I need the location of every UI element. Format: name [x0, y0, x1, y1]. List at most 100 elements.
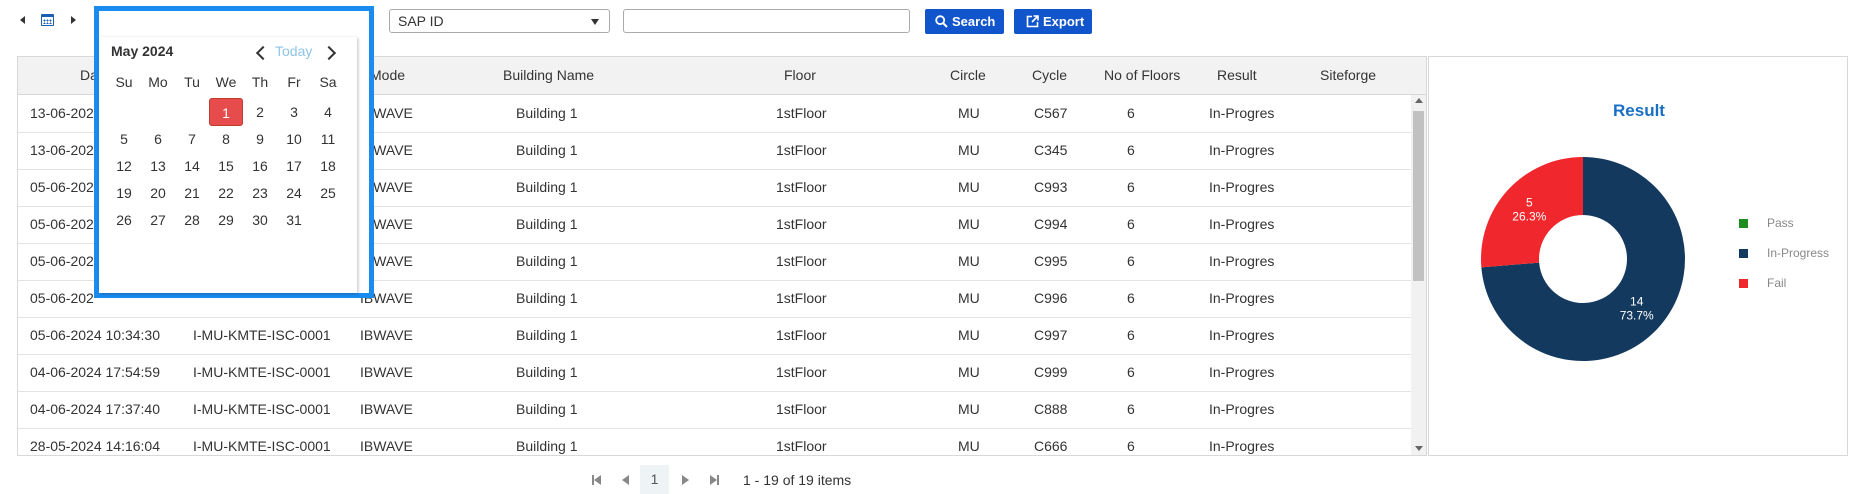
- calendar-day[interactable]: 13: [141, 152, 175, 180]
- calendar-day[interactable]: 5: [107, 125, 141, 153]
- cell-floors: 6: [1127, 253, 1135, 269]
- first-page-bar: [592, 475, 594, 485]
- current-page[interactable]: 1: [640, 465, 669, 494]
- legend-label[interactable]: Fail: [1767, 276, 1786, 290]
- calendar-weekday: We: [215, 74, 237, 90]
- column-header-building[interactable]: Building Name: [503, 67, 594, 83]
- calendar-weekday: Sa: [319, 74, 337, 90]
- prev-page-icon[interactable]: [622, 475, 629, 485]
- calendar-icon[interactable]: [41, 14, 54, 26]
- calendar-day[interactable]: 11: [311, 125, 345, 153]
- prev-range-icon[interactable]: [20, 16, 25, 24]
- cell-cycle: C996: [1034, 290, 1068, 306]
- calendar-day[interactable]: 23: [243, 179, 277, 207]
- calendar-day[interactable]: 2: [243, 98, 277, 126]
- table-row[interactable]: 28-05-2024 14:16:04 I-MU-KMTE-ISC-0001 IBW…: [18, 428, 1411, 455]
- column-header-floors[interactable]: No of Floors: [1104, 67, 1180, 83]
- cell-floor: 1stFloor: [776, 105, 827, 121]
- calendar-day[interactable]: 24: [277, 179, 311, 207]
- scroll-up-arrow[interactable]: [1415, 98, 1423, 103]
- scrollbar-thumb[interactable]: [1413, 111, 1424, 281]
- search-button[interactable]: Search: [925, 9, 1004, 34]
- next-range-icon[interactable]: [71, 16, 76, 24]
- calendar-weekday: Fr: [287, 74, 301, 90]
- cell-cycle: C993: [1034, 179, 1068, 195]
- cell-result: In-Progres: [1209, 364, 1275, 380]
- cell-building: Building 1: [516, 179, 578, 195]
- calendar-today-link[interactable]: Today: [275, 43, 312, 59]
- calendar-day[interactable]: 22: [209, 179, 243, 207]
- cell-mode: IBWAVE: [360, 438, 413, 454]
- cell-site: I-MU-KMTE-ISC-0001: [193, 401, 331, 417]
- calendar-day[interactable]: 19: [107, 179, 141, 207]
- calendar-day[interactable]: 29: [209, 206, 243, 234]
- search-input[interactable]: [623, 9, 910, 33]
- table-row[interactable]: 04-06-2024 17:54:59 I-MU-KMTE-ISC-0001 IBW…: [18, 354, 1411, 392]
- calendar-day[interactable]: 10: [277, 125, 311, 153]
- cell-building: Building 1: [516, 216, 578, 232]
- legend-label[interactable]: In-Progress: [1767, 246, 1829, 260]
- cell-site: I-MU-KMTE-ISC-0001: [193, 438, 331, 454]
- cell-floor: 1stFloor: [776, 290, 827, 306]
- calendar-day[interactable]: 20: [141, 179, 175, 207]
- vertical-scrollbar[interactable]: [1411, 95, 1426, 455]
- search-icon: [935, 15, 948, 28]
- filter-select[interactable]: SAP ID: [389, 9, 610, 33]
- cell-result: In-Progres: [1209, 142, 1275, 158]
- calendar-day[interactable]: 21: [175, 179, 209, 207]
- cell-floor: 1stFloor: [776, 364, 827, 380]
- scroll-down-arrow[interactable]: [1415, 446, 1423, 451]
- export-button[interactable]: Export: [1014, 9, 1092, 34]
- calendar-day[interactable]: 12: [107, 152, 141, 180]
- calendar-day[interactable]: 16: [243, 152, 277, 180]
- cell-date: 05-06-202: [30, 179, 94, 195]
- cell-result: In-Progres: [1209, 216, 1275, 232]
- cell-building: Building 1: [516, 142, 578, 158]
- last-page-bar: [717, 475, 719, 485]
- calendar-month-title[interactable]: May 2024: [111, 43, 173, 59]
- calendar-day[interactable]: 26: [107, 206, 141, 234]
- calendar-day-selected[interactable]: 1: [209, 98, 243, 126]
- cell-circle: MU: [958, 364, 980, 380]
- cell-cycle: C567: [1034, 105, 1068, 121]
- calendar-day[interactable]: 6: [141, 125, 175, 153]
- calendar-day[interactable]: 9: [243, 125, 277, 153]
- calendar-day[interactable]: 4: [311, 98, 345, 126]
- calendar-day[interactable]: 30: [243, 206, 277, 234]
- calendar-prev-month-icon[interactable]: [255, 45, 271, 61]
- table-row[interactable]: 04-06-2024 17:37:40 I-MU-KMTE-ISC-0001 IBW…: [18, 391, 1411, 429]
- cell-floors: 6: [1127, 142, 1135, 158]
- calendar-next-month-icon[interactable]: [321, 45, 337, 61]
- calendar-day[interactable]: 27: [141, 206, 175, 234]
- calendar-day[interactable]: 25: [311, 179, 345, 207]
- calendar-day[interactable]: 7: [175, 125, 209, 153]
- table-row[interactable]: 05-06-2024 10:34:30 I-MU-KMTE-ISC-0001 IBW…: [18, 317, 1411, 355]
- cell-building: Building 1: [516, 401, 578, 417]
- column-header-result[interactable]: Result: [1217, 67, 1257, 83]
- calendar-day[interactable]: 3: [277, 98, 311, 126]
- cell-floors: 6: [1127, 438, 1135, 454]
- cell-floor: 1stFloor: [776, 327, 827, 343]
- column-header-circle[interactable]: Circle: [950, 67, 986, 83]
- calendar-day[interactable]: 15: [209, 152, 243, 180]
- calendar-day[interactable]: 17: [277, 152, 311, 180]
- column-header-mode[interactable]: Mode: [370, 67, 405, 83]
- last-page-icon[interactable]: [710, 475, 717, 485]
- column-header-cycle[interactable]: Cycle: [1032, 67, 1067, 83]
- calendar-day[interactable]: 31: [277, 206, 311, 234]
- cell-date: 05-06-202: [30, 253, 94, 269]
- cell-building: Building 1: [516, 290, 578, 306]
- calendar-day[interactable]: 28: [175, 206, 209, 234]
- cell-result: In-Progres: [1209, 327, 1275, 343]
- column-header-siteforge[interactable]: Siteforge: [1320, 67, 1376, 83]
- first-page-icon[interactable]: [594, 475, 601, 485]
- column-header-floor[interactable]: Floor: [784, 67, 816, 83]
- calendar-day[interactable]: 14: [175, 152, 209, 180]
- calendar-day[interactable]: 8: [209, 125, 243, 153]
- legend-label[interactable]: Pass: [1767, 216, 1794, 230]
- cell-result: In-Progres: [1209, 179, 1275, 195]
- chevron-down-icon: [591, 19, 599, 25]
- next-page-icon[interactable]: [682, 475, 689, 485]
- cell-mode: IBWAVE: [360, 364, 413, 380]
- calendar-day[interactable]: 18: [311, 152, 345, 180]
